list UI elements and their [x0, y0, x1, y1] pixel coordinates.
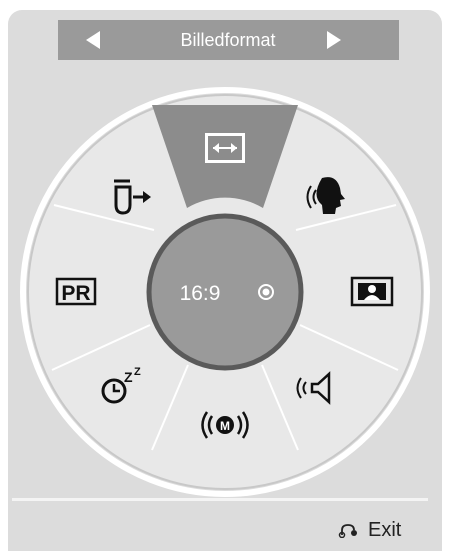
- aspect-ratio-icon[interactable]: [205, 133, 245, 163]
- pr-icon[interactable]: PR: [55, 277, 97, 306]
- footer-divider: [12, 498, 428, 501]
- center-hub[interactable]: [146, 213, 304, 371]
- svg-text:PR: PR: [61, 282, 90, 305]
- exit-button[interactable]: Exit: [338, 518, 401, 542]
- exit-label: Exit: [368, 518, 402, 541]
- menu-dial: 16:9 PR Z Z M: [20, 87, 430, 497]
- return-icon: [338, 524, 357, 538]
- svg-text:Z: Z: [134, 366, 141, 378]
- svg-text:M: M: [220, 419, 230, 433]
- center-value: 16:9: [180, 282, 221, 305]
- svg-text:Z: Z: [124, 369, 133, 385]
